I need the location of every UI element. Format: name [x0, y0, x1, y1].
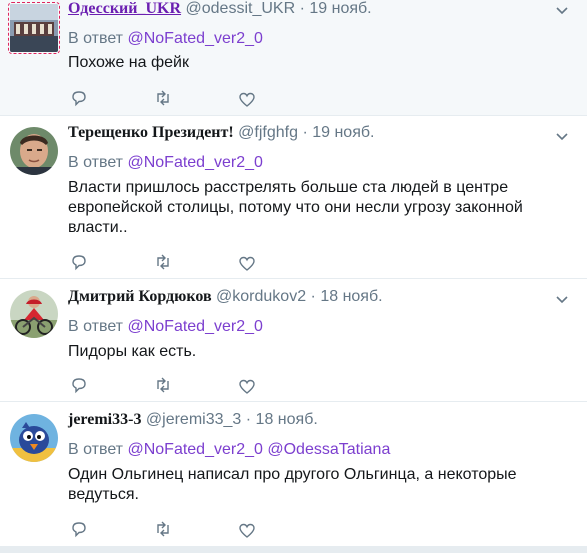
tweet-text: Похоже на фейк	[68, 54, 189, 71]
reply-icon[interactable]	[70, 89, 88, 107]
tweet-actions	[68, 376, 288, 396]
heart-icon[interactable]	[238, 378, 256, 396]
reply-prefix: В ответ	[68, 30, 124, 47]
reply-context: В ответ @NoFated_ver2_0	[68, 30, 263, 48]
display-name[interactable]: Одесский_UKR	[68, 0, 181, 17]
replies-timeline: Одесский_UKR @odessit_UKR · 19 нояб. В о…	[0, 0, 587, 553]
tweet-date[interactable]: 19 нояб.	[312, 124, 374, 141]
avatar[interactable]	[10, 290, 58, 338]
tweet[interactable]: jeremi33-3 @jeremi33_3 · 18 нояб. В отве…	[0, 402, 587, 546]
user-handle[interactable]: @odessit_UKR	[186, 0, 296, 17]
tweet[interactable]: Дмитрий Кордюков @kordukov2 · 18 нояб. В…	[0, 279, 587, 402]
reply-prefix: В ответ	[68, 441, 124, 458]
tweet-text: Власти пришлось расстрелять больше ста л…	[68, 179, 523, 236]
display-name[interactable]: Дмитрий Кордюков	[68, 288, 212, 305]
reply-prefix: В ответ	[68, 318, 124, 335]
user-handle[interactable]: @jeremi33_3	[146, 411, 241, 428]
avatar[interactable]	[8, 2, 60, 54]
separator-dot: ·	[310, 288, 316, 305]
tweet-header: Дмитрий Кордюков @kordukov2 · 18 нояб.	[68, 288, 567, 306]
reply-icon[interactable]	[70, 376, 88, 394]
display-name[interactable]: jeremi33-3	[68, 411, 141, 428]
mention-link[interactable]: @OdessaTatiana	[267, 441, 390, 458]
reply-context: В ответ @NoFated_ver2_0	[68, 154, 263, 172]
retweet-icon[interactable]	[154, 520, 172, 538]
user-handle[interactable]: @fjfghfg	[238, 124, 298, 141]
tweet-text: Один Ольгинец написал про другого Ольгин…	[68, 466, 517, 503]
tweet-header: jeremi33-3 @jeremi33_3 · 18 нояб.	[68, 411, 567, 429]
mention-link[interactable]: @NoFated_ver2_0	[127, 441, 262, 458]
reply-icon[interactable]	[70, 520, 88, 538]
heart-icon[interactable]	[238, 522, 256, 540]
retweet-icon[interactable]	[154, 253, 172, 271]
tweet[interactable]: Одесский_UKR @odessit_UKR · 19 нояб. В о…	[0, 0, 587, 116]
tweet[interactable]: Терещенко Президент! @fjfghfg · 19 нояб.…	[0, 116, 587, 279]
heart-icon[interactable]	[238, 91, 256, 109]
tweet-actions	[68, 253, 288, 273]
separator-dot: ·	[245, 411, 252, 428]
reply-context: В ответ @NoFated_ver2_0	[68, 318, 263, 336]
separator-dot: ·	[302, 124, 308, 141]
tweet-date[interactable]: 19 нояб.	[309, 0, 371, 17]
tweet-header: Одесский_UKR @odessit_UKR · 19 нояб.	[68, 0, 567, 18]
chevron-down-icon[interactable]	[555, 4, 569, 18]
tweet-actions	[68, 89, 288, 109]
bottom-divider	[0, 546, 587, 553]
user-handle[interactable]: @kordukov2	[216, 288, 306, 305]
chevron-down-icon[interactable]	[555, 293, 569, 307]
retweet-icon[interactable]	[154, 376, 172, 394]
tweet-text: Пидоры как есть.	[68, 343, 197, 360]
tweet-date[interactable]: 18 нояб.	[320, 288, 382, 305]
reply-prefix: В ответ	[68, 154, 124, 171]
mention-link[interactable]: @NoFated_ver2_0	[127, 30, 262, 47]
display-name[interactable]: Терещенко Президент!	[68, 124, 234, 141]
avatar[interactable]	[10, 127, 58, 175]
tweet-header: Терещенко Президент! @fjfghfg · 19 нояб.	[68, 124, 567, 142]
retweet-icon[interactable]	[154, 89, 172, 107]
tweet-actions	[68, 520, 288, 540]
mention-link[interactable]: @NoFated_ver2_0	[127, 154, 262, 171]
reply-icon[interactable]	[70, 253, 88, 271]
avatar[interactable]	[10, 414, 58, 462]
mention-link[interactable]: @NoFated_ver2_0	[127, 318, 262, 335]
separator-dot: ·	[299, 0, 305, 17]
heart-icon[interactable]	[238, 255, 256, 273]
reply-context: В ответ @NoFated_ver2_0 @OdessaTatiana	[68, 441, 390, 459]
tweet-date[interactable]: 18 нояб.	[256, 411, 318, 428]
chevron-down-icon[interactable]	[555, 130, 569, 144]
